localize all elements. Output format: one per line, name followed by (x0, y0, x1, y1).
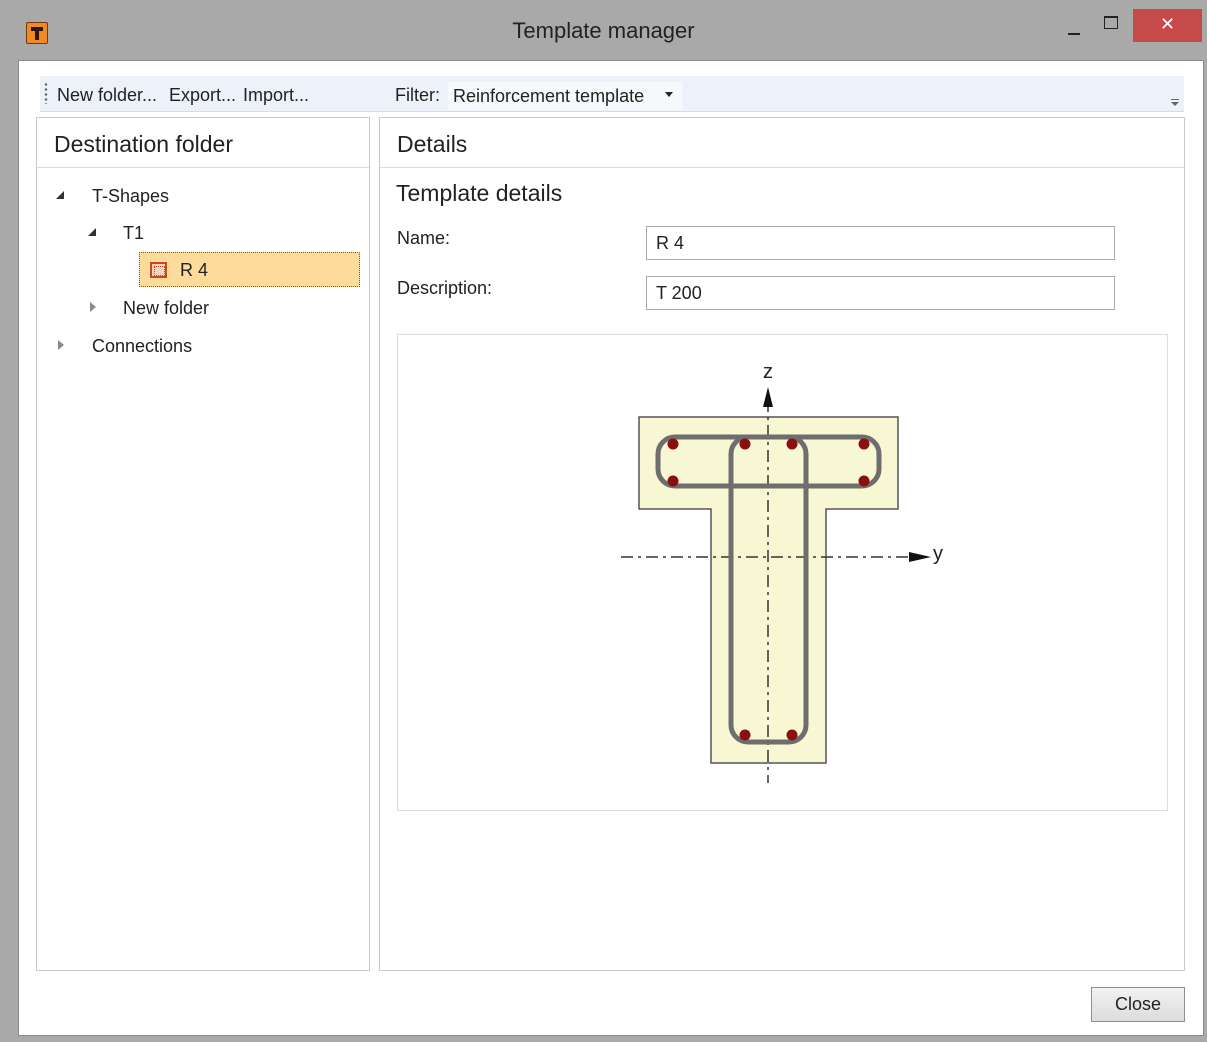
name-input[interactable] (646, 226, 1115, 260)
section-preview: z y (397, 334, 1168, 811)
rebar-dot (786, 438, 798, 450)
import-button[interactable]: Import... (243, 85, 309, 106)
toolbar-grip-icon[interactable] (44, 82, 48, 104)
expanded-arrow-icon[interactable] (88, 228, 96, 236)
panel-header: Details (380, 118, 1184, 168)
tree-item-label: R 4 (180, 260, 209, 280)
description-label: Description: (397, 278, 493, 298)
rebar-dot (786, 729, 798, 741)
rebar-dot (858, 475, 870, 487)
close-window-button[interactable]: ✕ (1133, 9, 1202, 42)
title-bar[interactable]: Template manager ✕ (0, 0, 1207, 60)
y-axis-label: y (933, 543, 943, 565)
name-label: Name: (397, 228, 451, 248)
maximize-button[interactable] (1096, 10, 1124, 38)
tree-item-r4-selected[interactable]: R 4 (139, 252, 360, 287)
panel-title: Details (397, 131, 468, 157)
tree-item-label: T-Shapes (92, 186, 170, 206)
new-folder-button[interactable]: New folder... (57, 85, 157, 106)
filter-dropdown[interactable]: Reinforcement template (448, 82, 682, 110)
z-axis-label: z (763, 361, 773, 383)
collapsed-arrow-icon[interactable] (58, 340, 64, 350)
tree-item-label: New folder (123, 298, 210, 318)
y-axis-arrow-icon (909, 552, 931, 562)
rebar-dot (858, 438, 870, 450)
collapsed-arrow-icon[interactable] (90, 302, 96, 312)
close-button[interactable]: Close (1091, 987, 1185, 1022)
t-section-drawing: z y (621, 361, 943, 783)
filter-selected-value: Reinforcement template (453, 86, 645, 106)
rebar-dot (739, 438, 751, 450)
chevron-down-icon (665, 92, 673, 97)
filter-label: Filter: (395, 85, 440, 105)
minimize-button[interactable] (1060, 16, 1088, 44)
expanded-arrow-icon[interactable] (56, 191, 64, 199)
description-input[interactable] (646, 276, 1115, 310)
tree-item-label: T1 (123, 223, 145, 243)
tree-item-label: Connections (92, 336, 193, 356)
close-icon: ✕ (1159, 14, 1176, 34)
rebar-dot (739, 729, 751, 741)
template-details-heading: Template details (396, 180, 563, 206)
rebar-dot (667, 475, 679, 487)
z-axis-arrow-icon (763, 387, 773, 407)
toolbar-overflow-icon[interactable] (1170, 99, 1180, 109)
export-button[interactable]: Export... (169, 85, 236, 106)
template-manager-window: Template manager ✕ New folder... Export.… (0, 0, 1207, 1042)
rebar-dot (667, 438, 679, 450)
destination-folder-panel: Destination folder (36, 117, 370, 971)
reinforcement-template-icon (150, 262, 167, 278)
panel-header: Destination folder (37, 118, 369, 168)
window-title: Template manager (512, 18, 695, 43)
panel-title: Destination folder (54, 131, 233, 157)
